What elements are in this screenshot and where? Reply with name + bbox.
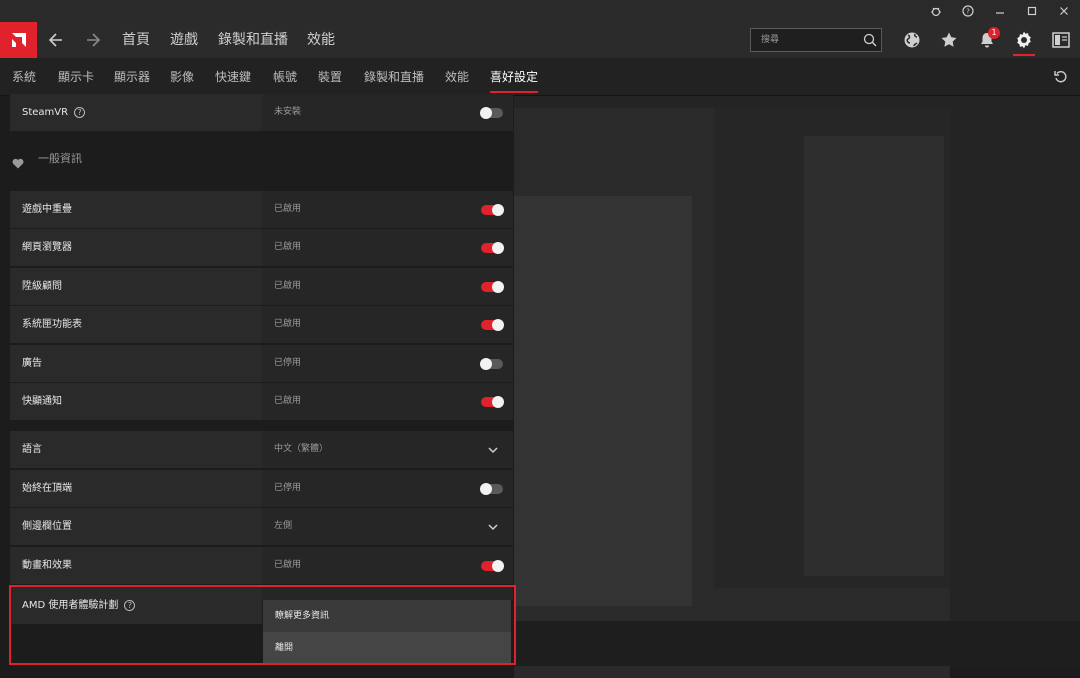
upgrade-advisor-label: 陞級顧問 bbox=[22, 281, 62, 292]
setting-label-cell: 陞級顧問 bbox=[10, 268, 262, 305]
always-on-top-label: 始終在頂端 bbox=[22, 483, 72, 494]
tab-hotkeys[interactable]: 快速鍵 bbox=[215, 58, 251, 96]
animation-value: 已啟用 bbox=[274, 560, 302, 570]
forward-arrow-icon[interactable] bbox=[84, 30, 102, 50]
tray-menu-label: 系統匣功能表 bbox=[22, 319, 82, 330]
ads-value: 已停用 bbox=[274, 358, 302, 368]
sidebar-position-value: 左側 bbox=[274, 521, 293, 531]
tab-account[interactable]: 帳號 bbox=[273, 58, 297, 96]
chevron-down-icon bbox=[488, 447, 498, 454]
settings-active-indicator bbox=[1013, 54, 1035, 56]
tray-menu-toggle[interactable] bbox=[481, 319, 504, 331]
search-box bbox=[750, 28, 882, 52]
always-on-top-toggle[interactable] bbox=[480, 483, 503, 495]
toast-notification-label: 快顯通知 bbox=[22, 396, 62, 407]
setting-value-cell: 已啟用 bbox=[262, 547, 513, 584]
upgrade-advisor-toggle[interactable] bbox=[481, 281, 504, 293]
nav-gaming[interactable]: 遊戲 bbox=[170, 22, 198, 58]
search-input[interactable] bbox=[751, 29, 859, 51]
setting-value-cell: 已啟用 bbox=[262, 306, 513, 343]
minimize-icon[interactable] bbox=[984, 0, 1016, 22]
amd-logo[interactable] bbox=[0, 22, 37, 58]
setting-label-cell: 遊戲中重疊 bbox=[10, 191, 262, 228]
tab-display[interactable]: 顯示器 bbox=[114, 58, 150, 96]
nav-record-stream[interactable]: 錄製和直播 bbox=[218, 22, 288, 58]
nav-home[interactable]: 首頁 bbox=[122, 22, 150, 58]
steamvr-value: 未安裝 bbox=[274, 107, 302, 117]
section-general-title: 一般資訊 bbox=[38, 152, 82, 165]
steamvr-value-cell: 未安裝 bbox=[262, 94, 513, 131]
setting-value-cell: 已啟用 bbox=[262, 191, 513, 228]
maximize-icon[interactable] bbox=[1016, 0, 1048, 22]
steamvr-label: SteamVR bbox=[22, 107, 69, 118]
tray-menu-value: 已啟用 bbox=[274, 319, 302, 329]
settings-tab-bar bbox=[0, 58, 1080, 96]
tab-devices[interactable]: 裝置 bbox=[318, 58, 342, 96]
setting-label-cell: 網頁瀏覽器 bbox=[10, 229, 262, 266]
tab-performance[interactable]: 效能 bbox=[445, 58, 469, 96]
browser-label: 網頁瀏覽器 bbox=[22, 242, 72, 253]
overlay-toggle[interactable] bbox=[481, 204, 504, 216]
favorites-star-icon[interactable] bbox=[935, 26, 963, 54]
bug-report-icon[interactable] bbox=[920, 0, 952, 22]
overlay-label: 遊戲中重疊 bbox=[22, 204, 72, 215]
tab-system[interactable]: 系統 bbox=[12, 58, 36, 96]
background-preview bbox=[514, 96, 1080, 678]
toast-notification-value: 已啟用 bbox=[274, 396, 302, 406]
setting-label-cell: 語言 bbox=[10, 431, 262, 468]
ads-label: 廣告 bbox=[22, 358, 42, 369]
language-value: 中文（繁體） bbox=[274, 444, 329, 454]
language-dropdown[interactable]: 中文（繁體） bbox=[262, 431, 513, 468]
help-circle-icon[interactable]: ? bbox=[74, 106, 86, 118]
steamvr-toggle[interactable] bbox=[480, 107, 503, 119]
chevron-down-icon bbox=[488, 524, 498, 531]
animation-label: 動畫和效果 bbox=[22, 560, 72, 571]
window-title-bar: ? bbox=[0, 0, 1080, 22]
setting-label-cell: 側邊欄位置 bbox=[10, 508, 262, 545]
upgrade-advisor-value: 已啟用 bbox=[274, 281, 302, 291]
browser-value: 已啟用 bbox=[274, 242, 302, 252]
globe-icon[interactable] bbox=[898, 26, 926, 54]
close-icon[interactable] bbox=[1048, 0, 1080, 22]
browser-toggle[interactable] bbox=[481, 242, 504, 254]
notification-count-badge: 1 bbox=[988, 27, 1000, 39]
always-on-top-value: 已停用 bbox=[274, 483, 302, 493]
setting-label-cell: 快顯通知 bbox=[10, 383, 262, 420]
tab-record-stream[interactable]: 錄製和直播 bbox=[364, 58, 424, 96]
tab-video[interactable]: 影像 bbox=[170, 58, 194, 96]
setting-label-cell: 系統匣功能表 bbox=[10, 306, 262, 343]
setting-value-cell: 已停用 bbox=[262, 345, 513, 382]
search-icon[interactable] bbox=[863, 33, 877, 47]
toast-notification-toggle[interactable] bbox=[481, 396, 504, 408]
setting-label-cell: 動畫和效果 bbox=[10, 547, 262, 584]
sidebar-panel-icon[interactable] bbox=[1047, 26, 1075, 54]
sidebar-position-dropdown[interactable]: 左側 bbox=[262, 508, 513, 545]
back-arrow-icon[interactable] bbox=[47, 30, 65, 50]
steamvr-label-cell: SteamVR? bbox=[10, 94, 262, 131]
ads-toggle[interactable] bbox=[480, 358, 503, 370]
overlay-value: 已啟用 bbox=[274, 204, 302, 214]
setting-label-cell: 始終在頂端 bbox=[10, 470, 262, 507]
animation-toggle[interactable] bbox=[481, 560, 504, 572]
reset-icon[interactable] bbox=[1053, 69, 1069, 85]
setting-value-cell: 已啟用 bbox=[262, 268, 513, 305]
nav-performance[interactable]: 效能 bbox=[307, 22, 335, 58]
setting-value-cell: 已啟用 bbox=[262, 229, 513, 266]
svg-text:?: ? bbox=[966, 8, 970, 16]
settings-gear-icon[interactable] bbox=[1010, 26, 1038, 54]
tab-graphics[interactable]: 顯示卡 bbox=[58, 58, 94, 96]
setting-value-cell: 已啟用 bbox=[262, 383, 513, 420]
heart-icon bbox=[12, 154, 26, 169]
active-tab-underline bbox=[490, 91, 538, 93]
amd-logo-icon bbox=[11, 33, 26, 47]
language-label: 語言 bbox=[22, 444, 42, 455]
sidebar-position-label: 側邊欄位置 bbox=[22, 521, 72, 532]
setting-label-cell: 廣告 bbox=[10, 345, 262, 382]
help-icon[interactable]: ? bbox=[952, 0, 984, 22]
setting-value-cell: 已停用 bbox=[262, 470, 513, 507]
highlight-frame bbox=[9, 585, 516, 665]
